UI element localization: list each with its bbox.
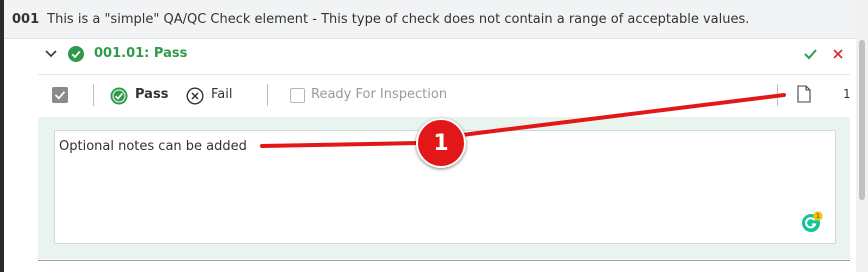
annotation-callout: 1 [416, 118, 466, 168]
annotation-line [460, 93, 786, 137]
annotation-line [260, 141, 420, 148]
